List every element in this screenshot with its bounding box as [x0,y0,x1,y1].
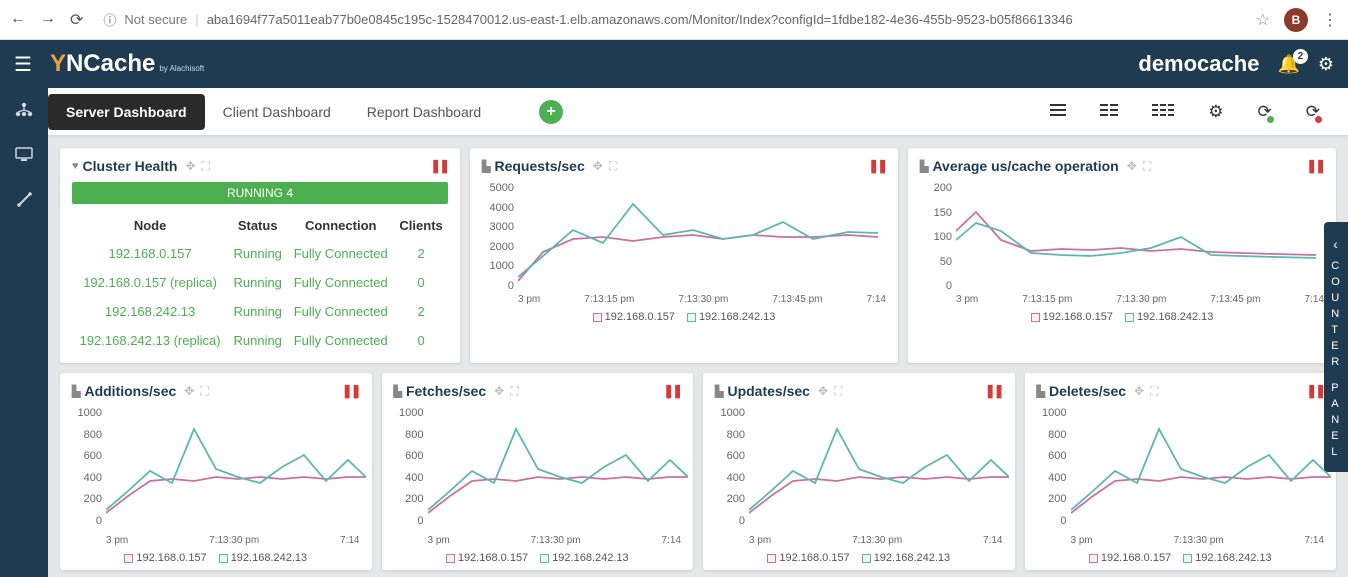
hamburger-icon[interactable]: ☰ [14,52,32,77]
pause-icon[interactable]: ❚❚ [1306,158,1324,174]
widget-cluster-health: ♥Cluster Health ✥⛶ ❚❚ RUNNING 4 Node Sta… [60,148,460,363]
star-icon[interactable]: ☆ [1256,10,1270,30]
url-bar[interactable]: ⓘ Not secure | aba1694f77a5011eab77b0e08… [95,10,1243,29]
dashboard-content: ♥Cluster Health ✥⛶ ❚❚ RUNNING 4 Node Sta… [48,136,1348,577]
widget-requests: ▙Requests/sec ✥⛶ ❚❚ 50004000300020001000… [470,148,898,363]
reload-icon[interactable]: ⟳ [70,10,83,30]
pause-icon[interactable]: ❚❚ [663,383,681,399]
pause-icon[interactable]: ❚❚ [868,158,886,174]
pin-icon[interactable]: ✥ [494,384,504,399]
layout-2col-icon[interactable] [1100,102,1118,122]
layout-3col-icon[interactable] [1152,102,1174,122]
bell-badge: 2 [1293,49,1308,64]
counter-panel-label: COUNTER PANEL [1331,260,1341,458]
layout-1col-icon[interactable] [1050,102,1066,122]
widget-updates: ▙Updates/sec ✥⛶ ❚❚ 10008006004002000 3 p… [703,373,1015,570]
heartbeat-icon: ♥ [72,160,79,172]
refresh-auto-icon[interactable]: ⟳ [1258,102,1272,122]
pause-icon[interactable]: ❚❚ [985,383,1003,399]
pin-icon[interactable]: ✥ [1134,384,1144,399]
gear-icon[interactable]: ⚙ [1318,54,1334,75]
url-text: aba1694f77a5011eab77b0e0845c195c-1528470… [207,12,1073,27]
tab-server[interactable]: Server Dashboard [48,94,205,130]
chevron-left-icon: ‹ [1333,236,1339,252]
chart-icon: ▙ [920,160,928,173]
pin-icon[interactable]: ✥ [184,384,194,399]
chart-fetches [428,407,688,527]
chart-updates [749,407,1009,527]
expand-icon[interactable]: ⛶ [1150,384,1158,399]
chart-additions [106,407,366,527]
chart-avg [956,182,1316,292]
pause-icon[interactable]: ❚❚ [1306,383,1324,399]
brand-logo[interactable]: YNCache by Alachisoft [50,50,204,78]
expand-icon[interactable]: ⛶ [510,384,518,399]
table-row: 192.168.242.13RunningFully Connected2 [72,297,448,326]
bell-icon[interactable]: 🔔2 [1277,54,1299,75]
secure-label: Not secure [124,12,187,27]
table-row: 192.168.242.13 (replica)RunningFully Con… [72,326,448,355]
chart-requests [518,182,878,292]
running-banner: RUNNING 4 [72,182,448,204]
back-icon[interactable]: ← [10,10,26,30]
chart-icon: ▙ [1037,385,1045,398]
expand-icon[interactable]: ⛶ [609,159,617,174]
pause-icon[interactable]: ❚❚ [342,383,360,399]
sidebar-monitor-icon[interactable] [15,147,33,167]
counter-panel-toggle[interactable]: ‹ COUNTER PANEL [1324,222,1348,472]
pin-icon[interactable]: ✥ [593,159,603,174]
left-sidebar [0,88,48,577]
expand-icon[interactable]: ⛶ [1143,159,1151,174]
menu-icon[interactable]: ⋮ [1322,10,1338,30]
widget-deletes: ▙Deletes/sec ✥⛶ ❚❚ 10008006004002000 3 p… [1025,373,1337,570]
sidebar-cluster-icon[interactable] [15,102,33,123]
profile-avatar[interactable]: B [1284,8,1308,32]
expand-icon[interactable]: ⛶ [202,159,210,174]
sidebar-tools-icon[interactable] [16,191,33,213]
widget-fetches: ▙Fetches/sec ✥⛶ ❚❚ 10008006004002000 3 p… [382,373,694,570]
forward-icon[interactable]: → [40,10,56,30]
dashboard-tabs: Server Dashboard Client Dashboard Report… [0,88,1348,136]
table-row: 192.168.0.157RunningFully Connected2 [72,239,448,268]
info-icon: ⓘ [103,10,116,29]
pause-icon[interactable]: ❚❚ [430,158,448,174]
chart-icon: ▙ [715,385,723,398]
browser-chrome: ← → ⟳ ⓘ Not secure | aba1694f77a5011eab7… [0,0,1348,40]
pin-icon[interactable]: ✥ [185,159,195,174]
chart-icon: ▙ [482,160,490,173]
pin-icon[interactable]: ✥ [1127,159,1137,174]
cluster-table: Node Status Connection Clients 192.168.0… [72,212,448,355]
chart-deletes [1071,407,1331,527]
settings-icon[interactable]: ⚙ [1208,102,1223,122]
chart-icon: ▙ [394,385,402,398]
app-header: ☰ YNCache by Alachisoft democache 🔔2 ⚙ [0,40,1348,88]
tab-report[interactable]: Report Dashboard [349,94,499,130]
pin-icon[interactable]: ✥ [818,384,828,399]
chart-icon: ▙ [72,385,80,398]
tab-client[interactable]: Client Dashboard [205,94,349,130]
refresh-stop-icon[interactable]: ⟳ [1306,102,1320,122]
add-dashboard-button[interactable]: + [539,100,563,124]
expand-icon[interactable]: ⛶ [834,384,842,399]
widget-avg: ▙Average us/cache operation ✥⛶ ❚❚ 200150… [908,148,1336,363]
widget-additions: ▙Additions/sec ✥⛶ ❚❚ 10008006004002000 3… [60,373,372,570]
expand-icon[interactable]: ⛶ [200,384,208,399]
cache-name: democache [1138,51,1259,77]
table-row: 192.168.0.157 (replica)RunningFully Conn… [72,268,448,297]
